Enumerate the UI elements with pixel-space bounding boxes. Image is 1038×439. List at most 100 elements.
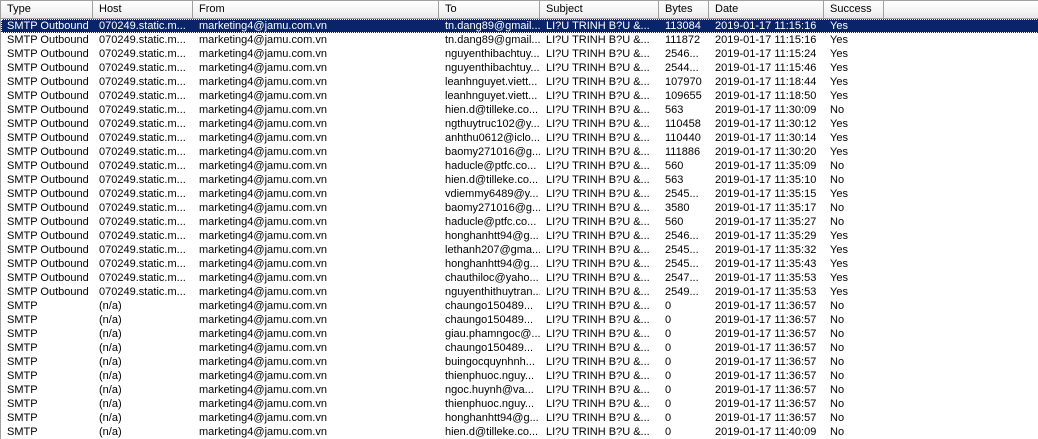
cell-from: marketing4@jamu.com.vn [199, 300, 327, 312]
cell-host: 070249.static.m... [99, 188, 186, 200]
cell-subject: LI?U TRINH B?U &... [546, 398, 650, 410]
cell-from: marketing4@jamu.com.vn [199, 76, 327, 88]
cell-bytes: 0 [665, 342, 672, 354]
cell-type: SMTP Outbound [7, 34, 89, 46]
column-header-bytes[interactable]: Bytes [659, 1, 709, 18]
cell-host: (n/a) [99, 370, 122, 382]
cell-bytes: 563 [665, 174, 684, 186]
cell-host: (n/a) [99, 412, 122, 424]
table-row[interactable]: SMTP Outbound 070249.static.m... marketing… [1, 33, 1038, 47]
cell-type: SMTP [7, 412, 38, 424]
cell-from: marketing4@jamu.com.vn [199, 272, 327, 284]
cell-type: SMTP Outbound [7, 48, 89, 60]
cell-success: No [830, 300, 845, 312]
table-row[interactable]: SMTP Outbound 070249.static.m... marketing… [1, 271, 1038, 285]
table-row[interactable]: SMTP Outbound 070249.static.m... marketing… [1, 61, 1038, 75]
column-header-host[interactable]: Host [93, 1, 193, 18]
column-header-subject[interactable]: Subject [540, 1, 659, 18]
cell-to: giau.phamngoc@... [445, 328, 540, 340]
cell-host: (n/a) [99, 384, 122, 396]
table-row[interactable]: SMTP Outbound 070249.static.m... marketing… [1, 131, 1038, 145]
cell-type: SMTP Outbound [7, 174, 89, 186]
cell-date: 2019-01-17 11:35:17 [715, 202, 817, 214]
cell-success: No [830, 370, 845, 382]
cell-subject: LI?U TRINH B?U &... [546, 370, 650, 382]
cell-subject: LI?U TRINH B?U &... [546, 258, 650, 270]
table-row[interactable]: SMTP Outbound 070249.static.m... marketing… [1, 103, 1038, 117]
table-row[interactable]: SMTP Outbound 070249.static.m... marketing… [1, 257, 1038, 271]
cell-subject: LI?U TRINH B?U &... [546, 426, 650, 438]
cell-subject: LI?U TRINH B?U &... [546, 202, 650, 214]
cell-from: marketing4@jamu.com.vn [199, 356, 327, 368]
cell-host: (n/a) [99, 342, 122, 354]
cell-host: (n/a) [99, 398, 122, 410]
cell-success: No [830, 384, 845, 396]
cell-from: marketing4@jamu.com.vn [199, 244, 327, 256]
table-row[interactable]: SMTP Outbound 070249.static.m... marketing… [1, 19, 1038, 33]
table-row[interactable]: SMTP (n/a) marketing4@jamu.com.vn honghanht… [1, 411, 1038, 425]
cell-bytes: 0 [665, 328, 672, 340]
table-row[interactable]: SMTP Outbound 070249.static.m... marketing… [1, 75, 1038, 89]
table-row[interactable]: SMTP (n/a) marketing4@jamu.com.vn buingocqu… [1, 355, 1038, 369]
cell-type: SMTP Outbound [7, 90, 89, 102]
column-header-date[interactable]: Date [709, 1, 824, 18]
cell-host: 070249.static.m... [99, 20, 186, 32]
cell-host: (n/a) [99, 314, 122, 326]
table-row[interactable]: SMTP (n/a) marketing4@jamu.com.vn thienphuo… [1, 397, 1038, 411]
cell-success: No [830, 202, 845, 214]
cell-to: ngthuytruc102@y... [445, 118, 540, 130]
table-row[interactable]: SMTP (n/a) marketing4@jamu.com.vn hien.d@ti… [1, 425, 1038, 439]
cell-from: marketing4@jamu.com.vn [199, 342, 327, 354]
table-row[interactable]: SMTP Outbound 070249.static.m... marketing… [1, 243, 1038, 257]
cell-success: Yes [830, 244, 848, 256]
cell-from: marketing4@jamu.com.vn [199, 258, 327, 270]
cell-to: chaungo150489... [445, 342, 534, 354]
cell-success: Yes [830, 286, 848, 298]
table-row[interactable]: SMTP (n/a) marketing4@jamu.com.vn thienphuo… [1, 369, 1038, 383]
table-row[interactable]: SMTP Outbound 070249.static.m... marketing… [1, 285, 1038, 299]
cell-type: SMTP Outbound [7, 244, 89, 256]
table-row[interactable]: SMTP (n/a) marketing4@jamu.com.vn giau.pham… [1, 327, 1038, 341]
cell-from: marketing4@jamu.com.vn [199, 160, 327, 172]
cell-date: 2019-01-17 11:15:46 [715, 62, 817, 74]
table-row[interactable]: SMTP Outbound 070249.static.m... marketing… [1, 145, 1038, 159]
table-row[interactable]: SMTP Outbound 070249.static.m... marketing… [1, 229, 1038, 243]
table-row[interactable]: SMTP Outbound 070249.static.m... marketing… [1, 117, 1038, 131]
cell-bytes: 2544... [665, 62, 699, 74]
table-row[interactable]: SMTP Outbound 070249.static.m... marketing… [1, 201, 1038, 215]
table-row[interactable]: SMTP Outbound 070249.static.m... marketing… [1, 187, 1038, 201]
cell-success: Yes [830, 62, 848, 74]
cell-from: marketing4@jamu.com.vn [199, 34, 327, 46]
cell-bytes: 0 [665, 314, 672, 326]
cell-success: No [830, 160, 845, 172]
cell-subject: LI?U TRINH B?U &... [546, 104, 650, 116]
column-header-to[interactable]: To [439, 1, 540, 18]
table-row[interactable]: SMTP (n/a) marketing4@jamu.com.vn chaungo15… [1, 313, 1038, 327]
table-row[interactable]: SMTP Outbound 070249.static.m... marketing… [1, 215, 1038, 229]
mail-log-list-view[interactable]: Type Host From To Subject Bytes Date Suc… [0, 0, 1038, 439]
table-row[interactable]: SMTP (n/a) marketing4@jamu.com.vn chaungo15… [1, 299, 1038, 313]
cell-subject: LI?U TRINH B?U &... [546, 132, 650, 144]
column-header-from[interactable]: From [193, 1, 439, 18]
table-row[interactable]: SMTP (n/a) marketing4@jamu.com.vn chaungo15… [1, 341, 1038, 355]
column-header-type[interactable]: Type [1, 1, 93, 18]
table-row[interactable]: SMTP Outbound 070249.static.m... marketing… [1, 173, 1038, 187]
cell-bytes: 107970 [665, 76, 702, 88]
cell-type: SMTP [7, 370, 38, 382]
cell-date: 2019-01-17 11:35:32 [715, 244, 817, 256]
cell-bytes: 0 [665, 412, 672, 424]
cell-from: marketing4@jamu.com.vn [199, 48, 327, 60]
cell-subject: LI?U TRINH B?U &... [546, 34, 650, 46]
cell-from: marketing4@jamu.com.vn [199, 202, 327, 214]
cell-date: 2019-01-17 11:35:27 [715, 216, 817, 228]
cell-success: No [830, 216, 845, 228]
table-row[interactable]: SMTP Outbound 070249.static.m... marketing… [1, 89, 1038, 103]
cell-to: chauthiloc@yaho... [445, 272, 539, 284]
column-header-success[interactable]: Success [824, 1, 884, 18]
cell-subject: LI?U TRINH B?U &... [546, 230, 650, 242]
cell-bytes: 110458 [665, 118, 701, 130]
cell-host: 070249.static.m... [99, 286, 186, 298]
table-row[interactable]: SMTP (n/a) marketing4@jamu.com.vn ngoc.huyn… [1, 383, 1038, 397]
table-row[interactable]: SMTP Outbound 070249.static.m... marketing… [1, 47, 1038, 61]
table-row[interactable]: SMTP Outbound 070249.static.m... marketing… [1, 159, 1038, 173]
